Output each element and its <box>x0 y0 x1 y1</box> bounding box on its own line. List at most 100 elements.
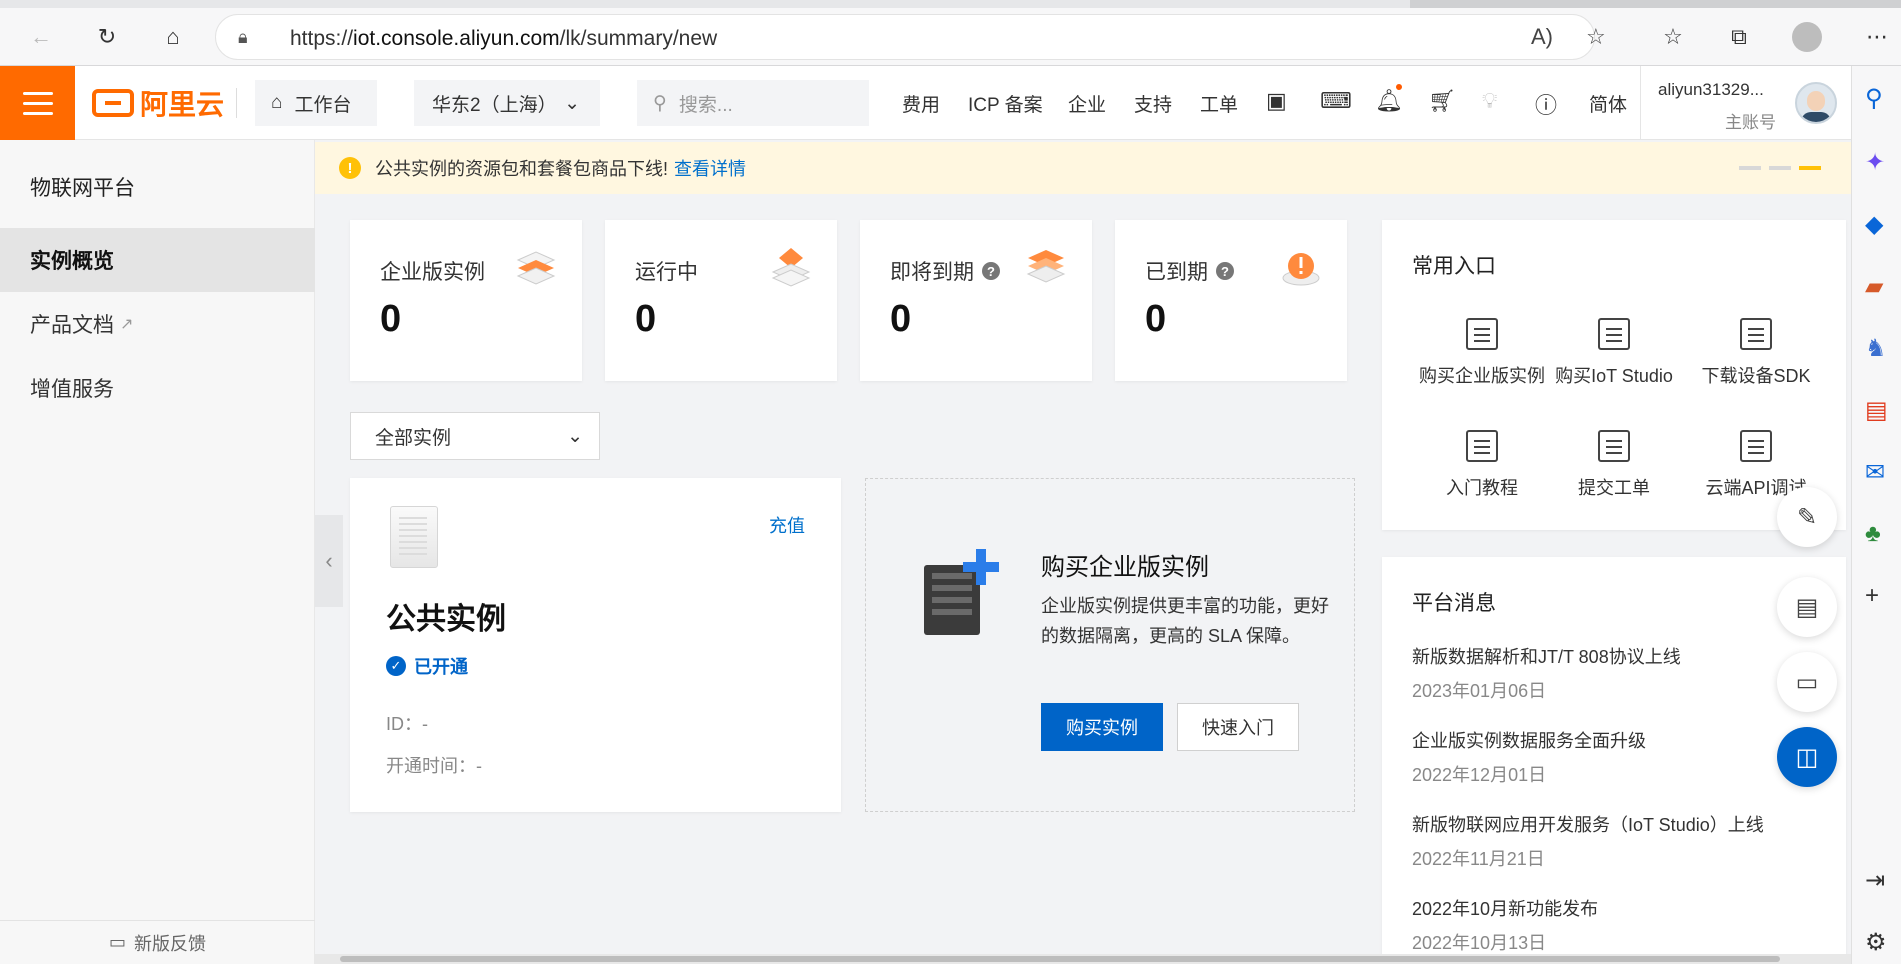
buy-instance-button[interactable]: 购买实例 <box>1041 703 1163 751</box>
quick-entries-card: 常用入口 购买企业版实例 购买IoT Studio 下载设备SDK 入门教程 提… <box>1382 220 1846 530</box>
tree-icon[interactable]: ♣ <box>1865 520 1881 548</box>
outlook-icon[interactable]: ✉ <box>1865 458 1885 487</box>
list-item[interactable]: 新版物联网应用开发服务（IoT Studio）上线 2022年11月21日 <box>1412 811 1764 871</box>
edit-fab[interactable]: ✎ <box>1777 487 1837 547</box>
collections-icon[interactable]: ⧉ <box>1722 20 1756 54</box>
collapse-sidebar-handle[interactable]: ‹ <box>315 515 343 607</box>
sidebar-item-docs[interactable]: 产品文档 ↗ <box>0 292 315 356</box>
grid-icon: ◫ <box>1795 743 1819 771</box>
nav-billing[interactable]: 费用 <box>902 90 940 117</box>
refresh-icon[interactable]: ↻ <box>90 20 124 54</box>
docs-fab[interactable]: ▤ <box>1777 577 1837 637</box>
stat-card-running: 运行中 0 <box>605 220 837 381</box>
external-link-icon: ↗ <box>120 316 134 333</box>
notice-text: 公共实例的资源包和套餐包商品下线! <box>375 159 668 179</box>
status-badge: ✓ 已开通 <box>386 653 468 679</box>
pencil-icon: ✎ <box>1796 503 1818 531</box>
sidebar-item-value-added[interactable]: 增值服务 <box>0 356 315 420</box>
menu-icon[interactable] <box>0 66 75 140</box>
building-icon <box>1466 318 1498 350</box>
favorites-icon[interactable]: ☆ <box>1656 20 1690 54</box>
more-icon[interactable]: ⋯ <box>1860 20 1894 54</box>
receipt-icon <box>1598 318 1630 350</box>
instance-name[interactable]: 公共实例 <box>386 594 506 638</box>
sidebar-toggle-icon[interactable]: ⇥ <box>1865 866 1885 895</box>
nav-ticket[interactable]: 工单 <box>1200 90 1238 117</box>
pager-dot[interactable] <box>1739 166 1761 170</box>
logo-mark-icon <box>92 89 134 117</box>
feedback-button[interactable]: ▭ 新版反馈 <box>0 920 315 964</box>
office-icon[interactable]: ▤ <box>1865 396 1888 425</box>
apps-fab[interactable]: ◫ <box>1777 727 1837 787</box>
browser-tab[interactable] <box>0 0 1410 8</box>
nav-enterprise[interactable]: 企业 <box>1068 90 1106 117</box>
running-stack-icon <box>771 248 811 287</box>
user-menu[interactable]: aliyun31329... 主账号 <box>1640 66 1851 140</box>
quick-download-sdk[interactable]: 下载设备SDK <box>1686 318 1826 388</box>
avatar[interactable] <box>1795 82 1837 124</box>
search-input[interactable]: ⚲ 搜索... <box>637 80 869 126</box>
feedback-icon: ▭ <box>108 932 126 952</box>
add-icon[interactable]: + <box>1865 582 1879 610</box>
help-icon[interactable]: ? <box>982 262 1000 280</box>
horizontal-scrollbar[interactable] <box>315 954 1851 964</box>
scrollbar-thumb[interactable] <box>340 956 1780 962</box>
add-favorite-icon[interactable]: ☆ <box>1586 24 1606 50</box>
server-icon <box>390 506 438 568</box>
chat-icon: ▭ <box>1795 668 1819 696</box>
notice-pager <box>1739 166 1821 170</box>
search-icon[interactable]: ⚲ <box>1865 84 1883 113</box>
home-icon[interactable]: ⌂ <box>156 20 190 54</box>
tag-icon[interactable]: ◆ <box>1865 210 1883 239</box>
header-divider <box>236 88 237 118</box>
server-add-icon <box>924 549 999 635</box>
region-select[interactable]: 华东2（上海） ⌄ <box>414 80 600 126</box>
toolbox-icon[interactable]: ▰ <box>1865 272 1883 301</box>
quick-buy-iot-studio[interactable]: 购买IoT Studio <box>1544 318 1684 388</box>
buy-card-title: 购买企业版实例 <box>1041 554 1209 581</box>
address-bar[interactable]: 🔒︎ https://iot.console.aliyun.com/lk/sum… <box>215 14 1606 60</box>
list-item[interactable]: 2022年10月新功能发布 2022年10月13日 <box>1412 895 1598 955</box>
quick-start-button[interactable]: 快速入门 <box>1177 703 1299 751</box>
back-icon[interactable]: ← <box>24 20 58 54</box>
help-icon[interactable]: ? <box>1216 262 1234 280</box>
nav-icp[interactable]: ICP 备案 <box>968 90 1043 117</box>
help-icon[interactable]: ⓘ <box>1535 88 1557 120</box>
language-switch[interactable]: 简体 <box>1589 90 1627 117</box>
app-icon[interactable]: ▣ <box>1266 88 1287 114</box>
notice-link[interactable]: 查看详情 <box>674 155 746 181</box>
aliyun-logo[interactable]: 阿里云 <box>92 86 224 120</box>
warning-icon: ! <box>339 157 361 179</box>
chat-fab[interactable]: ▭ <box>1777 652 1837 712</box>
workbench-button[interactable]: ⌂ 工作台 <box>255 80 377 126</box>
chevron-down-icon: ⌄ <box>564 92 580 114</box>
sidebar-item-overview[interactable]: 实例概览 <box>0 228 315 292</box>
read-aloud-icon[interactable]: A) <box>1531 24 1553 50</box>
bell-icon[interactable]: 🔔︎ <box>1375 88 1403 114</box>
stat-card-enterprise: 企业版实例 0 <box>350 220 582 381</box>
chevron-down-icon: ⌄ <box>567 425 583 447</box>
pager-dot-active[interactable] <box>1799 166 1821 170</box>
cart-icon[interactable]: 🛒︎ <box>1428 88 1456 114</box>
nav-support[interactable]: 支持 <box>1134 90 1172 117</box>
gear-icon[interactable]: ⚙ <box>1865 928 1887 957</box>
profile-icon[interactable] <box>1790 20 1824 54</box>
search-icon: ⚲ <box>653 92 667 114</box>
book-icon: ▤ <box>1795 593 1819 621</box>
list-item[interactable]: 新版数据解析和JT/T 808协议上线 2023年01月06日 <box>1412 643 1681 703</box>
chevron-left-icon: ‹ <box>325 548 333 573</box>
quick-submit-ticket[interactable]: 提交工单 <box>1544 430 1684 500</box>
recharge-link[interactable]: 充值 <box>769 512 805 538</box>
copilot-icon[interactable]: ✦ <box>1865 148 1885 177</box>
notification-dot <box>1396 84 1402 90</box>
quick-buy-enterprise[interactable]: 购买企业版实例 <box>1412 318 1552 388</box>
lightbulb-icon[interactable]: 💡︎ <box>1482 88 1497 114</box>
terminal-icon[interactable]: ⌨ <box>1320 88 1352 114</box>
quick-tutorial[interactable]: 入门教程 <box>1412 430 1552 500</box>
list-item[interactable]: 企业版实例数据服务全面升级 2022年12月01日 <box>1412 727 1646 787</box>
url-text[interactable]: https://iot.console.aliyun.com/lk/summar… <box>290 27 717 51</box>
expired-warning-icon <box>1282 253 1320 286</box>
games-icon[interactable]: ♞ <box>1865 334 1887 363</box>
instance-filter-select[interactable]: 全部实例 ⌄ <box>350 412 600 460</box>
pager-dot[interactable] <box>1769 166 1791 170</box>
